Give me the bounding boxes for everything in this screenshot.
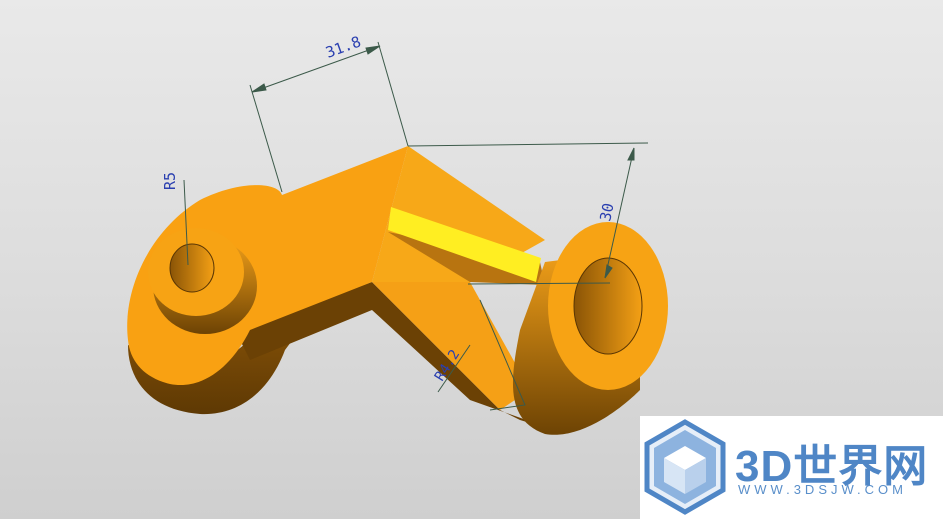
dim-31-extension-left <box>249 84 283 193</box>
watermark-url: WWW.3DSJW.COM <box>738 482 907 497</box>
cube-hexagon-logo-icon <box>644 419 726 515</box>
watermark-banner: 3D世界网 WWW.3DSJW.COM <box>640 416 943 519</box>
dim-left-radius-value: R5 <box>161 172 179 190</box>
dim-31-extension-right <box>377 41 409 147</box>
dim-31-arrow-left <box>251 83 267 93</box>
arm-front-face <box>372 282 530 410</box>
cad-3d-viewport[interactable]: 31.8 R5 30 R4.2 3D世界网 WWW.3DSJW.COM <box>0 0 943 519</box>
dim-31-arrow-right <box>365 45 381 55</box>
dim-30-arrow-top <box>627 147 635 161</box>
dim-30-extension-top <box>407 142 649 147</box>
dim-right-height-value: 30 <box>596 201 617 222</box>
dim-31-dimension-line <box>251 45 381 93</box>
dim-top-value: 31.8 <box>323 32 363 61</box>
